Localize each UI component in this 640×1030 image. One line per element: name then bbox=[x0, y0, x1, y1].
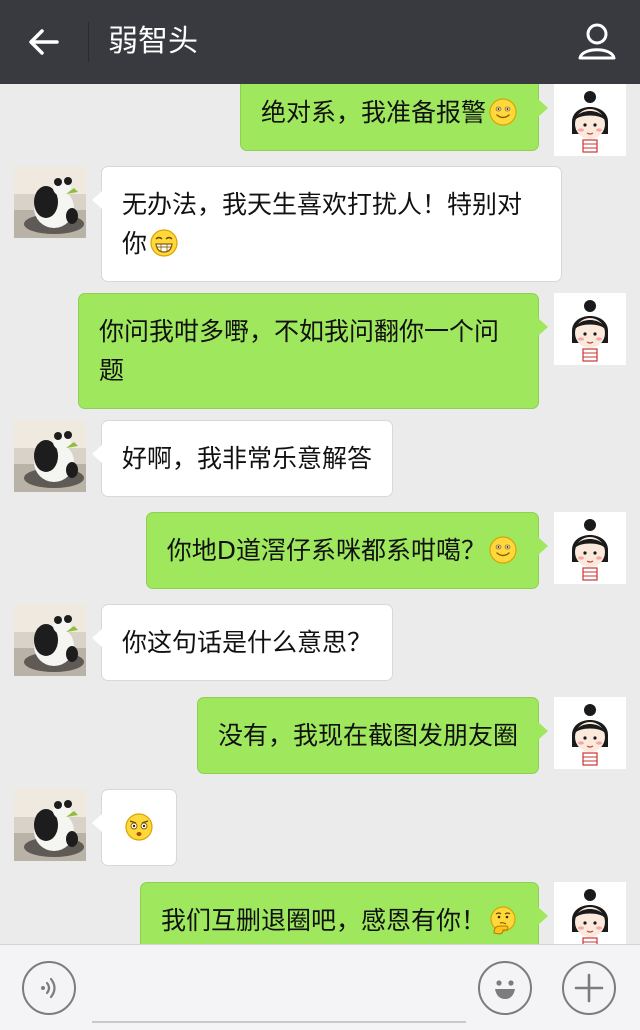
contact-avatar[interactable] bbox=[14, 604, 86, 676]
chat-title: 弱智头 bbox=[108, 24, 198, 59]
message-bubble-incoming[interactable]: 无办法，我天生喜欢打扰人！特别对你 bbox=[92, 166, 562, 282]
message-text: 无办法，我天生喜欢打扰人！特别对你 bbox=[122, 190, 523, 258]
message-bubble-outgoing[interactable]: 你地D道滘仔系咪都系咁噶？ bbox=[145, 512, 549, 589]
message-text: 好啊，我非常乐意解答 bbox=[122, 444, 373, 473]
person-icon bbox=[578, 23, 616, 60]
message-text: 你问我咁多嘢，不如我问翻你一个问题 bbox=[99, 317, 500, 385]
message-text: 你这句话是什么意思？ bbox=[122, 628, 373, 657]
my-avatar[interactable] bbox=[554, 882, 626, 944]
message-bubble-incoming[interactable]: 你这句话是什么意思？ bbox=[91, 604, 394, 681]
grin-emoji-icon bbox=[149, 228, 179, 258]
message-text: 没有，我现在截图发朋友圈 bbox=[217, 721, 518, 750]
shocked-emoji-icon bbox=[124, 812, 154, 842]
message-bubble-incoming[interactable] bbox=[92, 789, 177, 866]
my-avatar[interactable] bbox=[554, 512, 626, 584]
voice-icon bbox=[41, 977, 56, 999]
plus-icon bbox=[574, 973, 604, 1003]
message-bubble-outgoing[interactable]: 绝对系，我准备报警 bbox=[239, 84, 549, 151]
top-bar: 弱智头 bbox=[0, 0, 640, 84]
my-avatar[interactable] bbox=[554, 697, 626, 769]
message-text: 绝对系，我准备报警 bbox=[260, 98, 486, 127]
back-arrow-icon bbox=[29, 29, 59, 55]
contact-avatar[interactable] bbox=[14, 420, 86, 492]
contact-avatar[interactable] bbox=[14, 789, 86, 861]
voice-button[interactable] bbox=[22, 961, 76, 1015]
thinking-emoji-icon bbox=[488, 905, 518, 935]
emoji-button[interactable] bbox=[478, 961, 532, 1015]
header-divider bbox=[88, 22, 89, 62]
message-bubble-outgoing[interactable]: 你问我咁多嘢，不如我问翻你一个问题 bbox=[78, 293, 548, 409]
back-button[interactable] bbox=[20, 18, 68, 66]
message-list[interactable]: 绝对系，我准备报警 无办法，我天生喜欢打扰人！特别对你 你问我咁多嘢，不如我问翻… bbox=[0, 84, 640, 944]
profile-button[interactable] bbox=[572, 16, 622, 66]
contact-avatar[interactable] bbox=[14, 166, 86, 238]
message-text: 你地D道滘仔系咪都系咁噶？ bbox=[166, 536, 486, 565]
message-input[interactable] bbox=[92, 959, 466, 1023]
smile-emoji-icon bbox=[488, 535, 518, 565]
message-bubble-outgoing[interactable]: 没有，我现在截图发朋友圈 bbox=[196, 697, 549, 774]
message-text: 我们互删退圈吧，感恩有你！ bbox=[160, 906, 486, 935]
my-avatar[interactable] bbox=[554, 293, 626, 365]
smile-emoji-icon bbox=[488, 97, 518, 127]
my-avatar[interactable] bbox=[554, 84, 626, 156]
chat-screen: 弱智头 绝对系，我准备报警 无办法，我天生喜欢打扰人！特别对你 你问我咁多嘢，不… bbox=[0, 0, 640, 1030]
more-button[interactable] bbox=[562, 961, 616, 1015]
input-bar bbox=[0, 944, 640, 1030]
message-bubble-outgoing[interactable]: 我们互删退圈吧，感恩有你！ bbox=[139, 882, 549, 944]
emoji-face-icon bbox=[495, 980, 515, 999]
message-bubble-incoming[interactable]: 好啊，我非常乐意解答 bbox=[91, 420, 394, 497]
